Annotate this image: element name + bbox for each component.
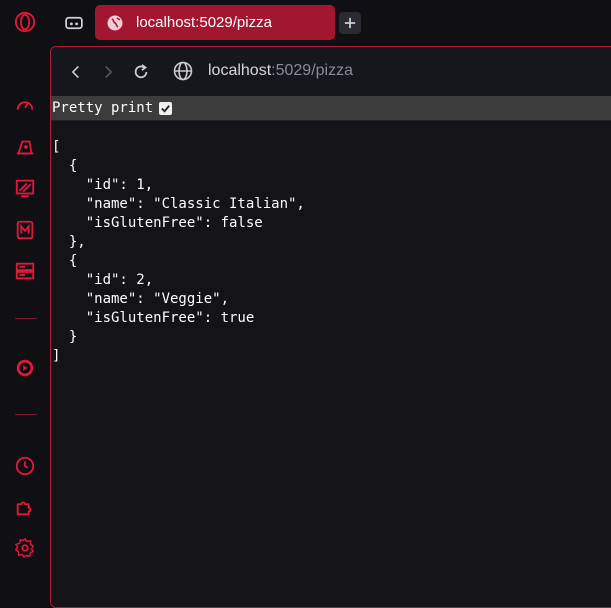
json-line: ] bbox=[52, 348, 61, 364]
sidebar bbox=[0, 0, 50, 596]
gx-icon[interactable] bbox=[12, 175, 38, 201]
json-line: "isGlutenFree": false bbox=[52, 215, 263, 231]
pretty-print-label: Pretty print bbox=[52, 100, 154, 116]
pretty-print-bar: Pretty print bbox=[51, 96, 611, 121]
globe-icon bbox=[107, 15, 123, 31]
speed-dial-icon[interactable] bbox=[12, 92, 38, 118]
json-line: "id": 2, bbox=[52, 272, 154, 288]
address-bar[interactable]: localhost:5029/pizza bbox=[208, 62, 353, 80]
extensions-icon[interactable] bbox=[12, 494, 38, 520]
sidebar-divider bbox=[15, 414, 37, 415]
json-line: { bbox=[52, 158, 78, 174]
reload-icon[interactable] bbox=[131, 62, 151, 82]
json-line: "name": "Veggie", bbox=[52, 291, 230, 307]
settings-icon[interactable] bbox=[12, 535, 38, 561]
workspace-icon[interactable] bbox=[64, 14, 84, 32]
plus-icon[interactable] bbox=[339, 12, 361, 34]
json-line: { bbox=[52, 253, 78, 269]
json-line: "id": 1, bbox=[52, 177, 154, 193]
back-arrow-icon[interactable] bbox=[66, 62, 86, 82]
json-line: [ bbox=[52, 139, 61, 155]
address-path: :5029/pizza bbox=[271, 62, 353, 79]
forward-arrow-icon[interactable] bbox=[98, 62, 118, 82]
cards-icon[interactable] bbox=[12, 258, 38, 284]
json-line: } bbox=[52, 329, 78, 345]
tab-bar: localhost:5029/pizza bbox=[50, 0, 611, 46]
opera-logo-icon[interactable] bbox=[12, 9, 38, 35]
browser-frame: localhost:5029/pizza Pretty print [ { "i… bbox=[50, 46, 611, 608]
player-icon[interactable] bbox=[12, 355, 38, 381]
json-line: "isGlutenFree": true bbox=[52, 310, 255, 326]
page-content: Pretty print [ { "id": 1, "name": "Class… bbox=[51, 96, 611, 607]
json-line: }, bbox=[52, 234, 86, 250]
pretty-print-checkbox[interactable] bbox=[159, 101, 173, 115]
address-host: localhost bbox=[208, 62, 272, 79]
history-icon[interactable] bbox=[12, 453, 38, 479]
json-line: "name": "Classic Italian", bbox=[52, 196, 305, 212]
aria-icon[interactable] bbox=[12, 134, 38, 160]
tab-title: localhost:5029/pizza bbox=[136, 14, 272, 31]
site-info-globe-icon[interactable] bbox=[173, 61, 193, 81]
m-icon[interactable] bbox=[12, 217, 38, 243]
json-view: [ { "id": 1, "name": "Classic Italian", … bbox=[52, 138, 305, 366]
tab-active[interactable]: localhost:5029/pizza bbox=[95, 5, 335, 40]
navigation-bar: localhost:5029/pizza bbox=[51, 47, 611, 96]
sidebar-divider bbox=[15, 318, 37, 319]
